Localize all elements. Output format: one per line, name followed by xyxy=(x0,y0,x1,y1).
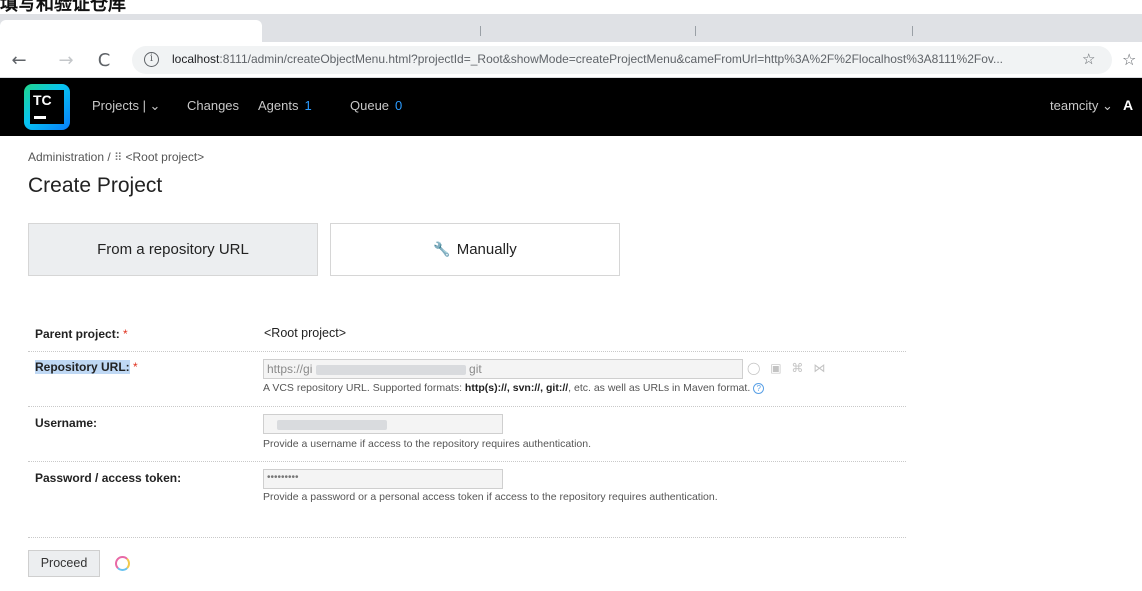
username-input[interactable] xyxy=(263,414,503,434)
bookmark-star-icon[interactable]: ☆ xyxy=(1082,50,1095,68)
tab-separator xyxy=(480,26,481,36)
repository-url-note-post: , etc. as well as URLs in Maven format. xyxy=(568,382,751,394)
username-note: Provide a username if access to the repo… xyxy=(263,438,592,450)
manually-label: Manually xyxy=(456,241,517,258)
help-icon[interactable]: ? xyxy=(753,382,765,394)
username-row: Username: Provide a username if access t… xyxy=(28,407,906,462)
parent-project-row: Parent project: * <Root project> xyxy=(28,320,906,352)
queue-count-badge: 0 xyxy=(395,98,403,113)
required-mark: * xyxy=(133,360,138,374)
password-label: Password / access token: xyxy=(35,471,182,485)
project-grid-icon: ⠿ xyxy=(114,152,123,164)
repository-url-label: Repository URL: * xyxy=(35,360,138,374)
browser-tab-strip xyxy=(0,14,1142,42)
username-label: Username: xyxy=(35,416,98,430)
parent-project-value: <Root project> xyxy=(264,326,346,340)
from-repository-url-button[interactable]: From a repository URL xyxy=(28,223,318,276)
parent-project-label-text: Parent project: xyxy=(35,327,120,341)
vcs-provider-icons[interactable]: ◯ ▣ ⌘ ⋈ xyxy=(747,361,828,375)
password-input[interactable]: ••••••••• xyxy=(263,469,503,489)
nav-queue-label: Queue xyxy=(350,98,390,113)
wrench-icon: 🔧 xyxy=(433,241,451,257)
breadcrumb-root-project[interactable]: <Root project> xyxy=(125,150,204,164)
back-icon[interactable]: ← xyxy=(8,50,30,72)
parent-project-label: Parent project: * xyxy=(35,327,128,341)
breadcrumb: Administration / ⠿ <Root project> xyxy=(28,150,204,164)
user-menu[interactable]: teamcity ⌄ xyxy=(1050,98,1113,114)
url-path: :8111/admin/createObjectMenu.html?projec… xyxy=(219,52,1003,66)
required-mark: * xyxy=(123,327,128,341)
repository-url-input[interactable]: https://gi git xyxy=(263,359,743,379)
favorites-icon[interactable]: ☆ xyxy=(1122,50,1136,69)
repository-url-start: https://gi xyxy=(267,362,313,376)
address-url[interactable]: localhost:8111/admin/createObjectMenu.ht… xyxy=(172,52,1003,66)
user-extra[interactable]: A xyxy=(1123,97,1133,113)
repository-url-note-formats: http(s)://, svn://, git:// xyxy=(464,382,569,394)
password-note: Provide a password or a personal access … xyxy=(263,491,718,503)
redacted-block xyxy=(277,419,387,430)
logo-bar xyxy=(34,116,46,119)
address-bar[interactable]: i localhost:8111/admin/createObjectMenu.… xyxy=(132,46,1112,74)
password-row: Password / access token: ••••••••• Provi… xyxy=(28,462,906,538)
logo-inner: TC xyxy=(30,90,64,124)
nav-projects[interactable]: Projects | ⌄ xyxy=(92,98,160,114)
nav-changes[interactable]: Changes xyxy=(187,98,239,113)
page-title: Create Project xyxy=(28,174,163,197)
breadcrumb-administration[interactable]: Administration xyxy=(28,150,104,164)
browser-tab-active[interactable] xyxy=(0,20,262,42)
repository-url-note: A VCS repository URL. Supported formats:… xyxy=(263,382,765,394)
browser-toolbar: ← → C i localhost:8111/admin/createObjec… xyxy=(0,42,1142,78)
tab-separator xyxy=(695,26,696,36)
proceed-button[interactable]: Proceed xyxy=(28,550,100,577)
manually-button[interactable]: 🔧 Manually xyxy=(330,223,620,276)
repository-url-end: git xyxy=(469,362,482,376)
site-info-icon[interactable]: i xyxy=(144,52,159,67)
url-host: localhost xyxy=(172,52,220,66)
repository-url-note-pre: A VCS repository URL. Supported formats: xyxy=(263,382,465,394)
redacted-block xyxy=(315,364,466,375)
tab-separator xyxy=(912,26,913,36)
nav-queue[interactable]: Queue 0 xyxy=(350,98,402,113)
forward-icon[interactable]: → xyxy=(55,50,77,72)
teamcity-logo[interactable]: TC xyxy=(24,84,70,130)
nav-agents[interactable]: Agents 1 xyxy=(258,98,312,113)
agents-count-badge: 1 xyxy=(304,98,312,113)
breadcrumb-separator: / xyxy=(107,150,111,164)
reload-icon[interactable]: C xyxy=(93,50,115,72)
page-caption: 填写和验证仓库 xyxy=(0,0,126,15)
logo-text: TC xyxy=(33,92,52,108)
nav-agents-label: Agents xyxy=(258,98,299,113)
loading-spinner-icon xyxy=(115,556,130,571)
teamcity-header: TC Projects | ⌄ Changes Agents 1 Queue 0 t… xyxy=(0,78,1142,136)
repository-url-label-text: Repository URL: xyxy=(35,360,130,374)
